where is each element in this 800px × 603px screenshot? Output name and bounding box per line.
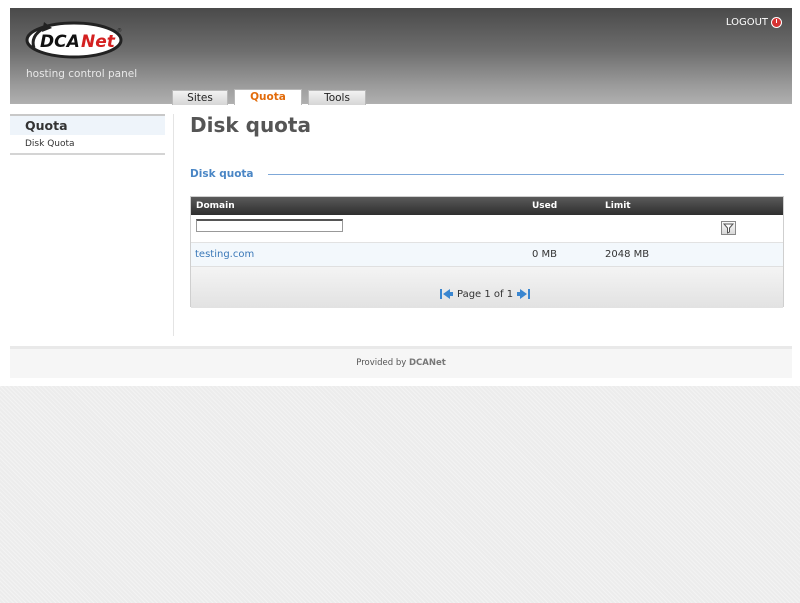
domain-filter-input[interactable]: [196, 219, 343, 232]
logout-button[interactable]: LOGOUT: [726, 17, 782, 28]
section-title: Disk quota: [190, 168, 254, 180]
funnel-icon: [722, 223, 735, 234]
footer-prefix: Provided by: [356, 358, 407, 368]
quota-grid: Domain Used Limit testing.com 0 MB 2048 …: [190, 196, 784, 308]
tab-quota[interactable]: Quota: [234, 89, 302, 105]
last-page-icon[interactable]: [517, 288, 531, 300]
svg-text:®: ®: [117, 27, 122, 34]
filter-button[interactable]: [721, 221, 736, 235]
page: DCA Net ® hosting control panel LOGOUT S…: [0, 0, 800, 386]
power-icon: [771, 17, 782, 28]
footer-brand-link[interactable]: DCANet: [409, 358, 446, 368]
tab-tools[interactable]: Tools: [308, 90, 366, 105]
main-tabs: Sites Quota Tools: [172, 89, 366, 105]
first-page-icon[interactable]: [439, 288, 453, 300]
pager: Page 1 of 1: [191, 267, 783, 308]
table-row[interactable]: testing.com 0 MB 2048 MB: [191, 243, 783, 267]
column-header-limit[interactable]: Limit: [605, 201, 631, 211]
panel-subtitle: hosting control panel: [26, 68, 138, 80]
filter-row: [191, 215, 783, 243]
used-value: 0 MB: [532, 249, 558, 260]
svg-text:DCA: DCA: [40, 32, 80, 52]
sidebar: Quota Disk Quota: [10, 114, 165, 155]
sidebar-divider: [173, 114, 174, 336]
footer: Provided by DCANet: [10, 346, 792, 378]
grid-header: Domain Used Limit: [191, 197, 783, 215]
sidebar-title: Quota: [10, 114, 165, 135]
column-header-used[interactable]: Used: [532, 201, 557, 211]
domain-link[interactable]: testing.com: [195, 249, 254, 260]
page-title: Disk quota: [190, 113, 311, 137]
section-divider: [268, 174, 784, 175]
dcanet-logo[interactable]: DCA Net ®: [24, 18, 128, 62]
header: DCA Net ® hosting control panel LOGOUT S…: [10, 8, 792, 105]
tab-sites[interactable]: Sites: [172, 90, 228, 105]
page-indicator: Page 1 of 1: [457, 288, 514, 300]
sidebar-item-disk-quota[interactable]: Disk Quota: [10, 135, 165, 155]
logout-label: LOGOUT: [725, 17, 768, 28]
svg-text:Net: Net: [81, 32, 116, 52]
column-header-domain[interactable]: Domain: [196, 201, 235, 211]
limit-value: 2048 MB: [605, 249, 650, 260]
